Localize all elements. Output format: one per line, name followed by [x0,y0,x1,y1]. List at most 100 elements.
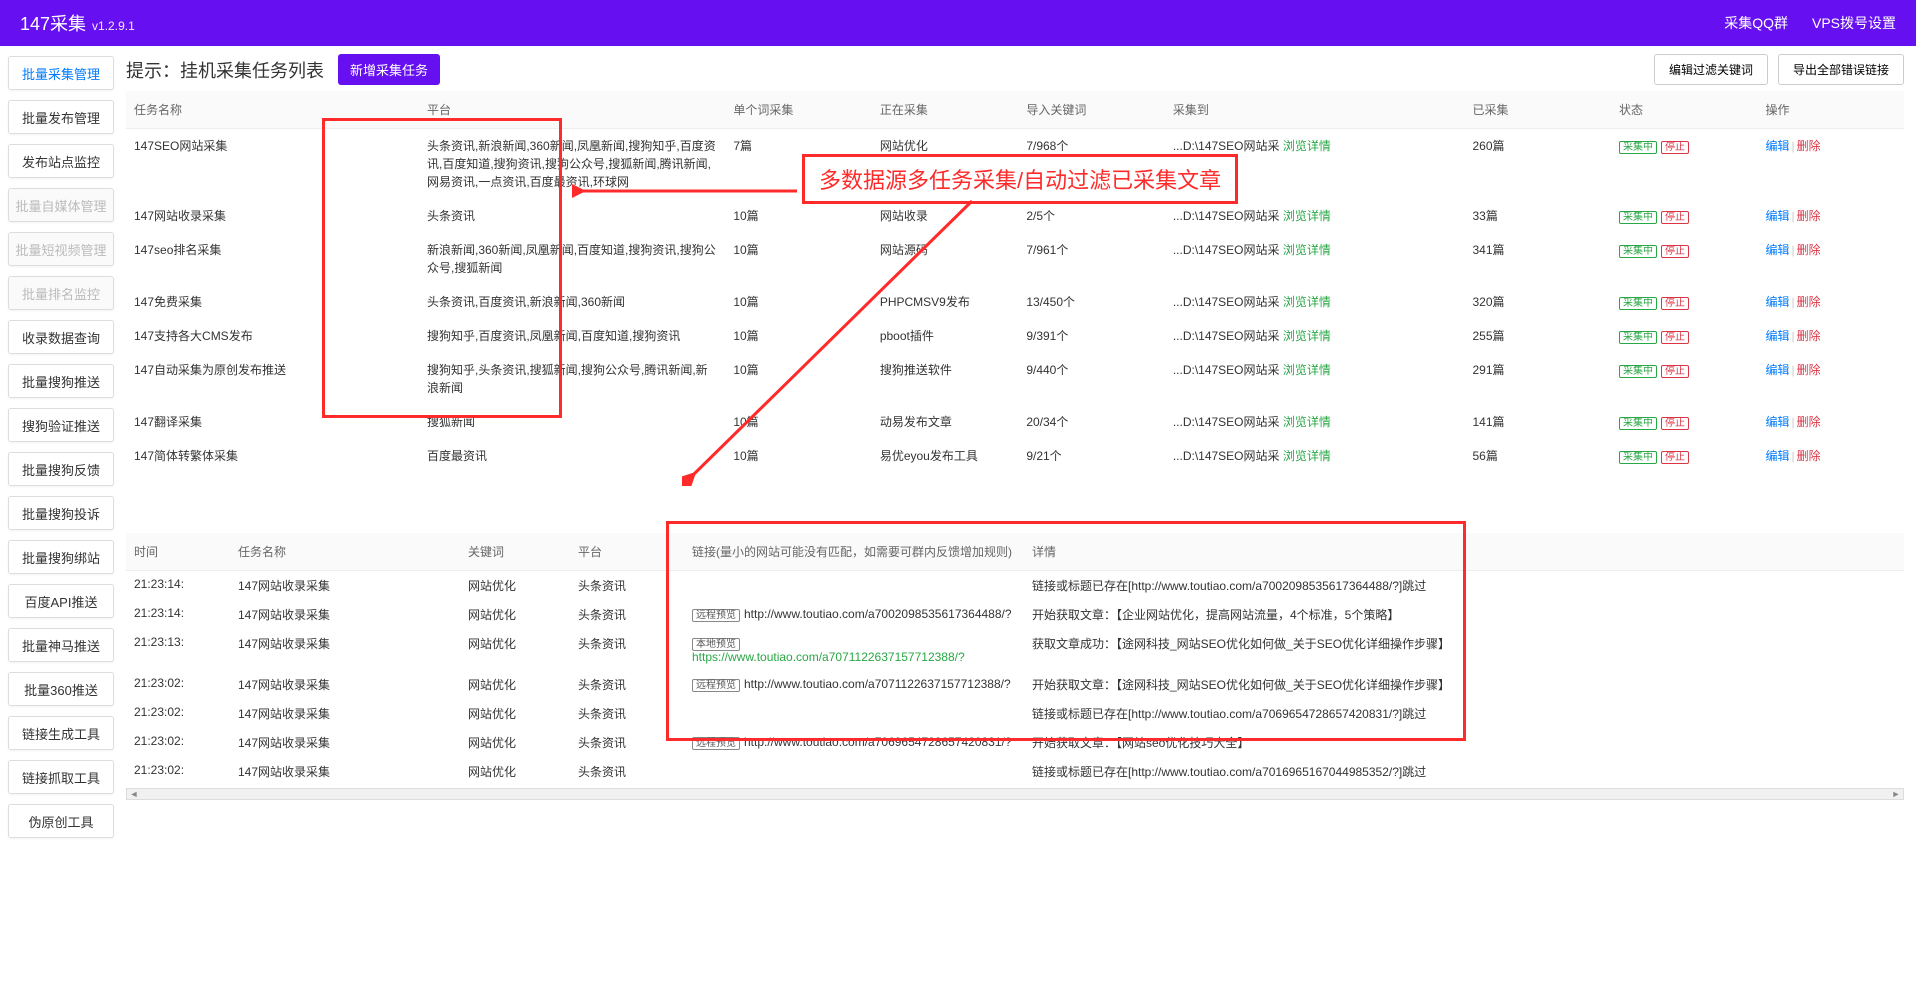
detail-link[interactable]: 浏览详情 [1283,449,1331,463]
cell-time: 21:23:02: [126,757,230,786]
th-keywords[interactable]: 导入关键词 [1018,91,1165,129]
th-task[interactable]: 任务名称 [230,533,460,571]
scroll-right-icon[interactable]: ► [1889,789,1903,799]
status-running: 采集中 [1619,331,1657,344]
th-platform[interactable]: 平台 [419,91,725,129]
sidebar-item-16[interactable]: 链接抓取工具 [8,760,114,794]
sidebar-item-14[interactable]: 批量360推送 [8,672,114,706]
edit-link[interactable]: 编辑 [1765,295,1789,309]
delete-link[interactable]: 删除 [1797,295,1821,309]
edit-filter-button[interactable]: 编辑过滤关键词 [1654,54,1768,85]
detail-link[interactable]: 浏览详情 [1283,243,1331,257]
table-row[interactable]: 147支持各大CMS发布搜狗知乎,百度资讯,凤凰新闻,百度知道,搜狗资讯10篇p… [126,319,1904,353]
th-collectto[interactable]: 采集到 [1165,91,1465,129]
new-task-button[interactable]: 新增采集任务 [338,54,440,85]
th-ops[interactable]: 操作 [1757,91,1904,129]
vps-dial-link[interactable]: VPS拨号设置 [1812,13,1896,33]
th-single[interactable]: 单个词采集 [725,91,872,129]
delete-link[interactable]: 删除 [1797,329,1821,343]
delete-link[interactable]: 删除 [1797,139,1821,153]
preview-badge[interactable]: 远程预览 [692,609,740,622]
th-collecting[interactable]: 正在采集 [872,91,1019,129]
detail-link[interactable]: 浏览详情 [1283,139,1331,153]
edit-link[interactable]: 编辑 [1765,243,1789,257]
sidebar-item-0[interactable]: 批量采集管理 [8,56,114,90]
th-link[interactable]: 链接(量小的网站可能没有匹配，如需要可群内反馈增加规则) [684,533,1024,571]
th-platform[interactable]: 平台 [570,533,684,571]
th-collected[interactable]: 已采集 [1464,91,1611,129]
sidebar-item-15[interactable]: 链接生成工具 [8,716,114,750]
th-keyword[interactable]: 关键词 [460,533,570,571]
log-link[interactable]: http://www.toutiao.com/a7069654728657420… [744,735,1012,749]
delete-link[interactable]: 删除 [1797,243,1821,257]
table-row[interactable]: 147SEO网站采集头条资讯,新浪新闻,360新闻,凤凰新闻,搜狗知乎,百度资讯… [126,129,1904,200]
sidebar-item-10[interactable]: 批量搜狗投诉 [8,496,114,530]
edit-link[interactable]: 编辑 [1765,209,1789,223]
th-name[interactable]: 任务名称 [126,91,419,129]
status-stop[interactable]: 停止 [1661,365,1689,378]
horizontal-scrollbar[interactable]: ◄ ► [126,788,1904,800]
delete-link[interactable]: 删除 [1797,363,1821,377]
status-stop[interactable]: 停止 [1661,297,1689,310]
status-stop[interactable]: 停止 [1661,141,1689,154]
sidebar-item-12[interactable]: 百度API推送 [8,584,114,618]
cell-ops: 编辑|删除 [1757,129,1904,200]
sidebar-item-11[interactable]: 批量搜狗绑站 [8,540,114,574]
th-time[interactable]: 时间 [126,533,230,571]
cell-status: 采集中停止 [1611,285,1758,319]
table-row[interactable]: 147seo排名采集新浪新闻,360新闻,凤凰新闻,百度知道,搜狗资讯,搜狗公众… [126,233,1904,285]
cell-task: 147网站收录采集 [230,600,460,629]
sidebar-item-1[interactable]: 批量发布管理 [8,100,114,134]
status-stop[interactable]: 停止 [1661,245,1689,258]
app-header: 147采集 v1.2.9.1 采集QQ群 VPS拨号设置 [0,0,1916,46]
cell-platform: 头条资讯 [570,699,684,728]
edit-link[interactable]: 编辑 [1765,329,1789,343]
edit-link[interactable]: 编辑 [1765,139,1789,153]
sidebar-item-6[interactable]: 收录数据查询 [8,320,114,354]
edit-link[interactable]: 编辑 [1765,449,1789,463]
detail-link[interactable]: 浏览详情 [1283,209,1331,223]
sidebar-item-17[interactable]: 伪原创工具 [8,804,114,838]
status-stop[interactable]: 停止 [1661,417,1689,430]
sidebar-item-7[interactable]: 批量搜狗推送 [8,364,114,398]
delete-link[interactable]: 删除 [1797,209,1821,223]
preview-badge[interactable]: 远程预览 [692,679,740,692]
log-link[interactable]: http://www.toutiao.com/a7002098535617364… [744,607,1012,621]
cell-platform: 头条资讯 [570,728,684,757]
edit-link[interactable]: 编辑 [1765,415,1789,429]
table-row[interactable]: 147网站收录采集头条资讯10篇网站收录2/5个...D:\147SEO网站采 … [126,199,1904,233]
edit-link[interactable]: 编辑 [1765,363,1789,377]
delete-link[interactable]: 删除 [1797,449,1821,463]
cell-collectto: ...D:\147SEO网站采 浏览详情 [1165,353,1465,405]
cell-time: 21:23:14: [126,571,230,601]
table-row[interactable]: 147自动采集为原创发布推送搜狗知乎,头条资讯,搜狐新闻,搜狗公众号,腾讯新闻,… [126,353,1904,405]
log-link[interactable]: http://www.toutiao.com/a7071122637157712… [744,677,1011,691]
sidebar-item-8[interactable]: 搜狗验证推送 [8,408,114,442]
sidebar-item-2[interactable]: 发布站点监控 [8,144,114,178]
th-detail[interactable]: 详情 [1024,533,1904,571]
preview-badge[interactable]: 远程预览 [692,737,740,750]
detail-link[interactable]: 浏览详情 [1283,329,1331,343]
status-stop[interactable]: 停止 [1661,451,1689,464]
table-row[interactable]: 147翻译采集搜狐新闻10篇动易发布文章20/34个...D:\147SEO网站… [126,405,1904,439]
qq-group-link[interactable]: 采集QQ群 [1724,13,1788,33]
sidebar-item-9[interactable]: 批量搜狗反馈 [8,452,114,486]
log-link[interactable]: https://www.toutiao.com/a707112263715771… [692,650,965,664]
cell-keywords: 7/961个 [1018,233,1165,285]
scroll-left-icon[interactable]: ◄ [127,789,141,799]
delete-link[interactable]: 删除 [1797,415,1821,429]
detail-link[interactable]: 浏览详情 [1283,415,1331,429]
cell-keyword: 网站优化 [460,728,570,757]
sidebar-item-13[interactable]: 批量神马推送 [8,628,114,662]
detail-link[interactable]: 浏览详情 [1283,295,1331,309]
status-stop[interactable]: 停止 [1661,331,1689,344]
th-status[interactable]: 状态 [1611,91,1758,129]
cell-keyword: 网站优化 [460,629,570,670]
cell-status: 采集中停止 [1611,233,1758,285]
detail-link[interactable]: 浏览详情 [1283,363,1331,377]
status-stop[interactable]: 停止 [1661,211,1689,224]
header-left: 147采集 v1.2.9.1 [20,10,135,36]
export-errors-button[interactable]: 导出全部错误链接 [1778,54,1904,85]
table-row[interactable]: 147免费采集头条资讯,百度资讯,新浪新闻,360新闻10篇PHPCMSV9发布… [126,285,1904,319]
table-row[interactable]: 147简体转繁体采集百度最资讯10篇易优eyou发布工具9/21个...D:\1… [126,439,1904,473]
